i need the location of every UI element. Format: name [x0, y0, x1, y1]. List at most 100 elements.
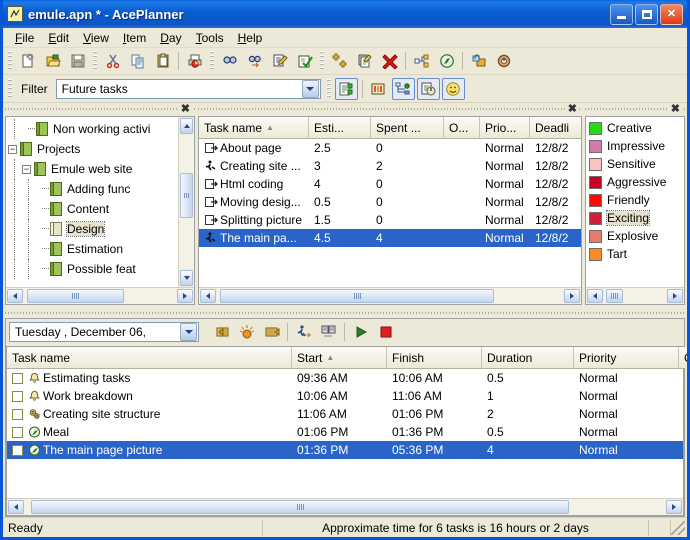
- task-list-row[interactable]: Splitting picture 1.5 0 Normal 12/8/2: [199, 211, 581, 229]
- scroll-left-button[interactable]: [8, 500, 24, 514]
- row-checkbox[interactable]: [12, 372, 23, 384]
- save-icon[interactable]: [66, 50, 89, 72]
- task-list-column-header[interactable]: Spent ...: [371, 117, 444, 138]
- toolbar-grip[interactable]: [8, 51, 12, 71]
- tree-item-projects[interactable]: − Projects: [8, 139, 178, 159]
- menu-item-edit[interactable]: Edit: [41, 29, 76, 47]
- find-icon[interactable]: [218, 50, 241, 72]
- menu-item-view[interactable]: View: [76, 29, 116, 47]
- day-grid-horizontal-scrollbar[interactable]: [7, 498, 683, 515]
- task-list-row[interactable]: Html coding 4 0 Normal 12/8/2: [199, 175, 581, 193]
- tree-item-emule-web-site[interactable]: − Emule web site: [8, 159, 178, 179]
- tree-item-adding-func[interactable]: Adding func: [8, 179, 178, 199]
- smiley-icon[interactable]: [441, 77, 465, 100]
- new-icon[interactable]: [16, 50, 39, 72]
- tree-expander[interactable]: −: [8, 144, 17, 154]
- cut-icon[interactable]: [101, 50, 124, 72]
- edit-task-icon[interactable]: [353, 50, 376, 72]
- day-grid-row[interactable]: Meal 01:06 PM 01:36 PM 0.5 Normal: [7, 423, 683, 441]
- legend-item-creative[interactable]: Creative: [589, 119, 684, 137]
- calendar-view-icon[interactable]: [367, 78, 390, 100]
- tree-item-estimation[interactable]: Estimation: [8, 239, 178, 259]
- legend-item-impressive[interactable]: Impressive: [589, 137, 684, 155]
- legend-list[interactable]: Creative Impressive Sensitive Aggressive Fri…: [586, 117, 684, 287]
- task-list-column-header[interactable]: Esti...: [309, 117, 371, 138]
- task-list-row[interactable]: Creating site ... 3 2 Normal 12/8/2: [199, 157, 581, 175]
- task-list-column-header[interactable]: Task name ▲: [199, 117, 309, 138]
- task-list-column-header[interactable]: Prio...: [480, 117, 530, 138]
- toolbar-grip[interactable]: [8, 78, 12, 99]
- day-grid-row[interactable]: Creating site structure 11:06 AM 01:06 PM 2…: [7, 405, 683, 423]
- task-list-row[interactable]: The main pa... 4.5 4 Normal 12/8/2: [199, 229, 581, 247]
- day-grid-column-header[interactable]: Finish: [387, 347, 482, 368]
- task-list-horizontal-scrollbar[interactable]: [199, 287, 581, 304]
- resize-grip[interactable]: [671, 520, 685, 535]
- scroll-right-button[interactable]: [177, 289, 193, 303]
- task-list-row[interactable]: About page 2.5 0 Normal 12/8/2: [199, 139, 581, 157]
- menu-item-file[interactable]: File: [8, 29, 41, 47]
- scroll-left-button[interactable]: [7, 289, 23, 303]
- run-task-icon[interactable]: [292, 321, 315, 343]
- clock-icon[interactable]: [492, 50, 515, 72]
- task-list-row[interactable]: Moving desig... 0.5 0 Normal 12/8/2: [199, 193, 581, 211]
- today-icon[interactable]: [235, 321, 258, 343]
- row-checkbox[interactable]: [12, 426, 23, 438]
- tree-horizontal-scrollbar[interactable]: [6, 287, 194, 304]
- previous-day-icon[interactable]: [210, 321, 233, 343]
- paste-icon[interactable]: [151, 50, 174, 72]
- close-icon[interactable]: ✖: [178, 104, 192, 115]
- day-grid-rows-container[interactable]: Estimating tasks 09:36 AM 10:06 AM 0.5 Norma…: [7, 369, 683, 498]
- stop-icon[interactable]: [374, 321, 397, 343]
- scroll-right-button[interactable]: [666, 500, 682, 514]
- edit-note-icon[interactable]: [268, 50, 291, 72]
- day-grid-column-header[interactable]: Duration: [482, 347, 574, 368]
- menu-item-help[interactable]: Help: [231, 29, 270, 47]
- tree-item-non-working-activi[interactable]: Non working activi: [8, 119, 178, 139]
- hierarchy-icon[interactable]: [410, 50, 433, 72]
- scroll-down-button[interactable]: [180, 270, 193, 286]
- task-list-view-icon[interactable]: [334, 77, 358, 100]
- toolbar-grip[interactable]: [210, 51, 214, 71]
- play-icon[interactable]: [349, 321, 372, 343]
- legend-item-sensitive[interactable]: Sensitive: [589, 155, 684, 173]
- lock-icon[interactable]: [467, 50, 490, 72]
- date-picker[interactable]: Tuesday , December 06,: [9, 322, 199, 342]
- project-tree[interactable]: Non working activi − Projects − Emule web si…: [6, 117, 178, 287]
- legend-item-explosive[interactable]: Explosive: [589, 227, 684, 245]
- find-next-icon[interactable]: [243, 50, 266, 72]
- chevron-down-icon[interactable]: [301, 79, 319, 98]
- menu-item-day[interactable]: Day: [153, 29, 188, 47]
- scroll-right-button[interactable]: [667, 289, 683, 303]
- compass-icon[interactable]: [435, 50, 458, 72]
- scroll-up-button[interactable]: [180, 118, 193, 134]
- close-button[interactable]: ✕: [660, 3, 683, 25]
- copy-icon[interactable]: [126, 50, 149, 72]
- add-task-icon[interactable]: [328, 50, 351, 72]
- tree-vertical-scrollbar[interactable]: [178, 117, 194, 287]
- filter-combobox[interactable]: Future tasks: [55, 78, 321, 99]
- day-grid-column-header[interactable]: Comm: [679, 347, 687, 368]
- tree-item-design[interactable]: Design: [8, 219, 178, 239]
- task-list-column-header[interactable]: Deadli: [530, 117, 581, 138]
- report-view-icon[interactable]: [416, 77, 440, 100]
- day-grid-column-header[interactable]: Priority: [574, 347, 679, 368]
- day-grid-row[interactable]: Work breakdown 10:06 AM 11:06 AM 1 Normal: [7, 387, 683, 405]
- tree-item-content[interactable]: Content: [8, 199, 178, 219]
- close-icon[interactable]: ✖: [565, 104, 579, 115]
- legend-item-exciting[interactable]: Exciting: [589, 209, 684, 227]
- legend-horizontal-scrollbar[interactable]: [586, 287, 684, 304]
- tree-expander[interactable]: −: [22, 164, 31, 174]
- scroll-left-button[interactable]: [200, 289, 216, 303]
- row-checkbox[interactable]: [12, 444, 23, 456]
- close-icon[interactable]: ✖: [668, 104, 682, 115]
- task-list-rows-container[interactable]: About page 2.5 0 Normal 12/8/2 Creating site …: [199, 139, 581, 287]
- legend-item-tart[interactable]: Tart: [589, 245, 684, 263]
- legend-item-friendly[interactable]: Friendly: [589, 191, 684, 209]
- open-icon[interactable]: [41, 50, 64, 72]
- scroll-right-button[interactable]: [564, 289, 580, 303]
- maximize-button[interactable]: [635, 3, 658, 25]
- menu-item-tools[interactable]: Tools: [189, 29, 231, 47]
- toolbar-grip[interactable]: [93, 51, 97, 71]
- day-grid-column-header[interactable]: Task name: [7, 347, 292, 368]
- tree-view-icon[interactable]: [391, 77, 415, 100]
